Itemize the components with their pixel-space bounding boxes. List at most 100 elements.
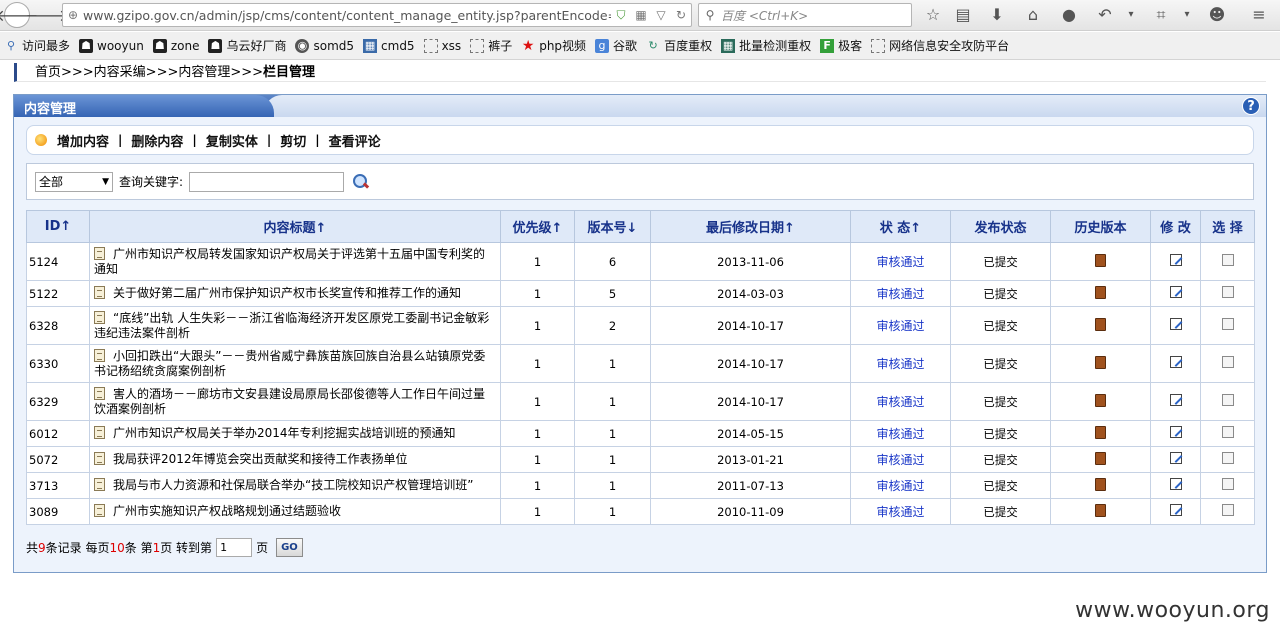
row-title[interactable]: 广州市知识产权局转发国家知识产权局关于评选第十五届中国专利奖的通知: [94, 247, 485, 276]
history-book-icon[interactable]: [1095, 425, 1106, 439]
edit-icon[interactable]: [1169, 356, 1182, 368]
history-book-icon[interactable]: [1095, 451, 1106, 465]
col-id[interactable]: ID↑: [26, 210, 90, 243]
history-book-icon[interactable]: [1095, 477, 1106, 491]
go-button[interactable]: GO: [276, 538, 303, 557]
bookmark-item[interactable]: 网络信息安全攻防平台: [871, 37, 1009, 54]
edit-icon[interactable]: [1169, 286, 1182, 298]
row-title[interactable]: 害人的酒场－－廊坊市文安县建设局原局长邵俊德等人工作日午间过量饮酒案例剖析: [94, 387, 485, 416]
row-publish: 已提交: [950, 420, 1051, 447]
bookmark-item[interactable]: F 极客: [820, 37, 862, 54]
search-icon[interactable]: [352, 173, 370, 191]
delete-content-button[interactable]: 删除内容: [131, 131, 183, 150]
history-book-icon[interactable]: [1095, 285, 1106, 299]
menu-icon[interactable]: ≡: [1248, 5, 1270, 25]
row-title[interactable]: 关于做好第二届广州市保护知识产权市长奖宣传和推荐工作的通知: [113, 286, 461, 300]
copy-entity-button[interactable]: 复制实体: [206, 131, 258, 150]
edit-icon[interactable]: [1169, 452, 1182, 464]
row-checkbox[interactable]: [1221, 452, 1234, 464]
row-checkbox[interactable]: [1221, 478, 1234, 490]
bookmark-item[interactable]: ★ php视频: [521, 37, 586, 54]
edit-icon[interactable]: [1169, 254, 1182, 266]
undo-dropdown-icon[interactable]: ▾: [1120, 5, 1142, 25]
row-status-link[interactable]: 审核通过: [876, 395, 924, 409]
forward-icon[interactable]: 🡒: [26, 3, 69, 27]
row-title[interactable]: 广州市知识产权局关于举办2014年专利挖掘实战培训班的预通知: [113, 426, 456, 440]
col-priority[interactable]: 优先级↑: [500, 210, 575, 243]
reload-icon[interactable]: ↻: [671, 8, 691, 22]
row-title[interactable]: 我局与市人力资源和社保局联合举办“技工院校知识产权管理培训班”: [113, 478, 473, 492]
row-checkbox[interactable]: [1221, 286, 1234, 298]
row-status-link[interactable]: 审核通过: [876, 287, 924, 301]
bookmark-item[interactable]: ☗ 乌云好厂商: [208, 37, 286, 54]
dropdown-icon[interactable]: ▽: [651, 8, 671, 22]
col-modified[interactable]: 最后修改日期↑: [650, 210, 851, 243]
bookmark-item[interactable]: g 谷歌: [595, 37, 637, 54]
bookmark-item[interactable]: ▦ 批量检测重权: [721, 37, 811, 54]
row-status-link[interactable]: 审核通过: [876, 255, 924, 269]
bookmark-item[interactable]: ☗ zone: [152, 38, 199, 53]
history-book-icon[interactable]: [1095, 355, 1106, 369]
keyword-input[interactable]: [189, 171, 345, 192]
edit-icon[interactable]: [1169, 504, 1182, 516]
row-checkbox[interactable]: [1221, 356, 1234, 368]
row-checkbox[interactable]: [1221, 504, 1234, 516]
history-book-icon[interactable]: [1095, 503, 1106, 517]
bookmark-item[interactable]: ☗ wooyun: [79, 38, 144, 53]
row-checkbox[interactable]: [1221, 394, 1234, 406]
bookmark-item[interactable]: ↻ 百度重权: [646, 37, 712, 54]
crop-dropdown-icon[interactable]: ▾: [1176, 5, 1198, 25]
help-icon[interactable]: ?: [1242, 97, 1260, 115]
shield-icon[interactable]: ⛉: [611, 8, 631, 23]
row-checkbox[interactable]: [1221, 254, 1234, 266]
search-box[interactable]: ⚲ 百度 <Ctrl+K>: [698, 3, 912, 27]
row-status-link[interactable]: 审核通过: [876, 319, 924, 333]
row-title[interactable]: 我局获评2012年博览会突出贡献奖和接待工作表扬单位: [113, 452, 408, 466]
view-comments-button[interactable]: 查看评论: [329, 131, 381, 150]
category-select[interactable]: 全部 ▼: [35, 171, 113, 192]
row-title[interactable]: 广州市实施知识产权战略规划通过结题验收: [113, 504, 341, 518]
row-status-link[interactable]: 审核通过: [876, 357, 924, 371]
page-scrollbar[interactable]: [1266, 61, 1280, 643]
edit-icon[interactable]: [1169, 318, 1182, 330]
url-text[interactable]: www.gzipo.gov.cn/admin/jsp/cms/content/c…: [83, 8, 611, 23]
qr-icon[interactable]: ▦: [631, 8, 651, 22]
bookmark-item[interactable]: 裤子: [470, 37, 512, 54]
breadcrumb-path[interactable]: 首页>>>内容采编>>>内容管理>>>: [35, 65, 263, 80]
edit-icon[interactable]: [1169, 394, 1182, 406]
home-icon[interactable]: ⌂: [1022, 5, 1044, 25]
row-title[interactable]: 小回扣跌出“大跟头”－－贵州省威宁彝族苗族回族自治县么站镇原党委书记杨绍统贪腐案…: [94, 349, 485, 378]
col-status[interactable]: 状 态↑: [850, 210, 951, 243]
edit-icon[interactable]: [1169, 426, 1182, 438]
bookmark-item[interactable]: ▦ cmd5: [363, 38, 415, 53]
address-bar[interactable]: ⊕ www.gzipo.gov.cn/admin/jsp/cms/content…: [62, 3, 692, 27]
history-book-icon[interactable]: [1095, 317, 1106, 331]
row-status-link[interactable]: 审核通过: [876, 427, 924, 441]
row-title[interactable]: “底线”出轨 人生失彩－－浙江省临海经济开发区原党工委副书记金敏彩违纪违法案件剖…: [94, 311, 489, 340]
page-jump-input[interactable]: 1: [216, 538, 253, 557]
undo-icon[interactable]: ↶: [1094, 5, 1116, 25]
row-select-cell: [1200, 420, 1255, 447]
bookmark-item[interactable]: xss: [423, 38, 461, 53]
download-icon[interactable]: ⬇: [986, 5, 1008, 25]
col-version[interactable]: 版本号↓: [574, 210, 651, 243]
crop-icon[interactable]: ⌗: [1150, 5, 1172, 25]
row-checkbox[interactable]: [1221, 426, 1234, 438]
edit-icon[interactable]: [1169, 478, 1182, 490]
add-content-button[interactable]: 增加内容: [57, 131, 109, 150]
row-status-link[interactable]: 审核通过: [876, 479, 924, 493]
cut-button[interactable]: 剪切: [280, 131, 306, 150]
row-status-link[interactable]: 审核通过: [876, 505, 924, 519]
history-book-icon[interactable]: [1095, 253, 1106, 267]
smiley-icon[interactable]: ☻: [1206, 5, 1228, 25]
bookmark-star-icon[interactable]: ☆: [922, 5, 944, 25]
bookmark-item[interactable]: ◉ somd5: [295, 38, 354, 53]
row-status-link[interactable]: 审核通过: [876, 453, 924, 467]
row-select-cell: [1200, 498, 1255, 525]
col-title[interactable]: 内容标题↑: [89, 210, 501, 243]
row-checkbox[interactable]: [1221, 318, 1234, 330]
history-book-icon[interactable]: [1095, 393, 1106, 407]
chat-icon[interactable]: ●: [1058, 5, 1080, 25]
bookmark-item[interactable]: ⚲ 访问最多: [4, 37, 70, 54]
reading-list-icon[interactable]: ▤: [952, 5, 974, 25]
